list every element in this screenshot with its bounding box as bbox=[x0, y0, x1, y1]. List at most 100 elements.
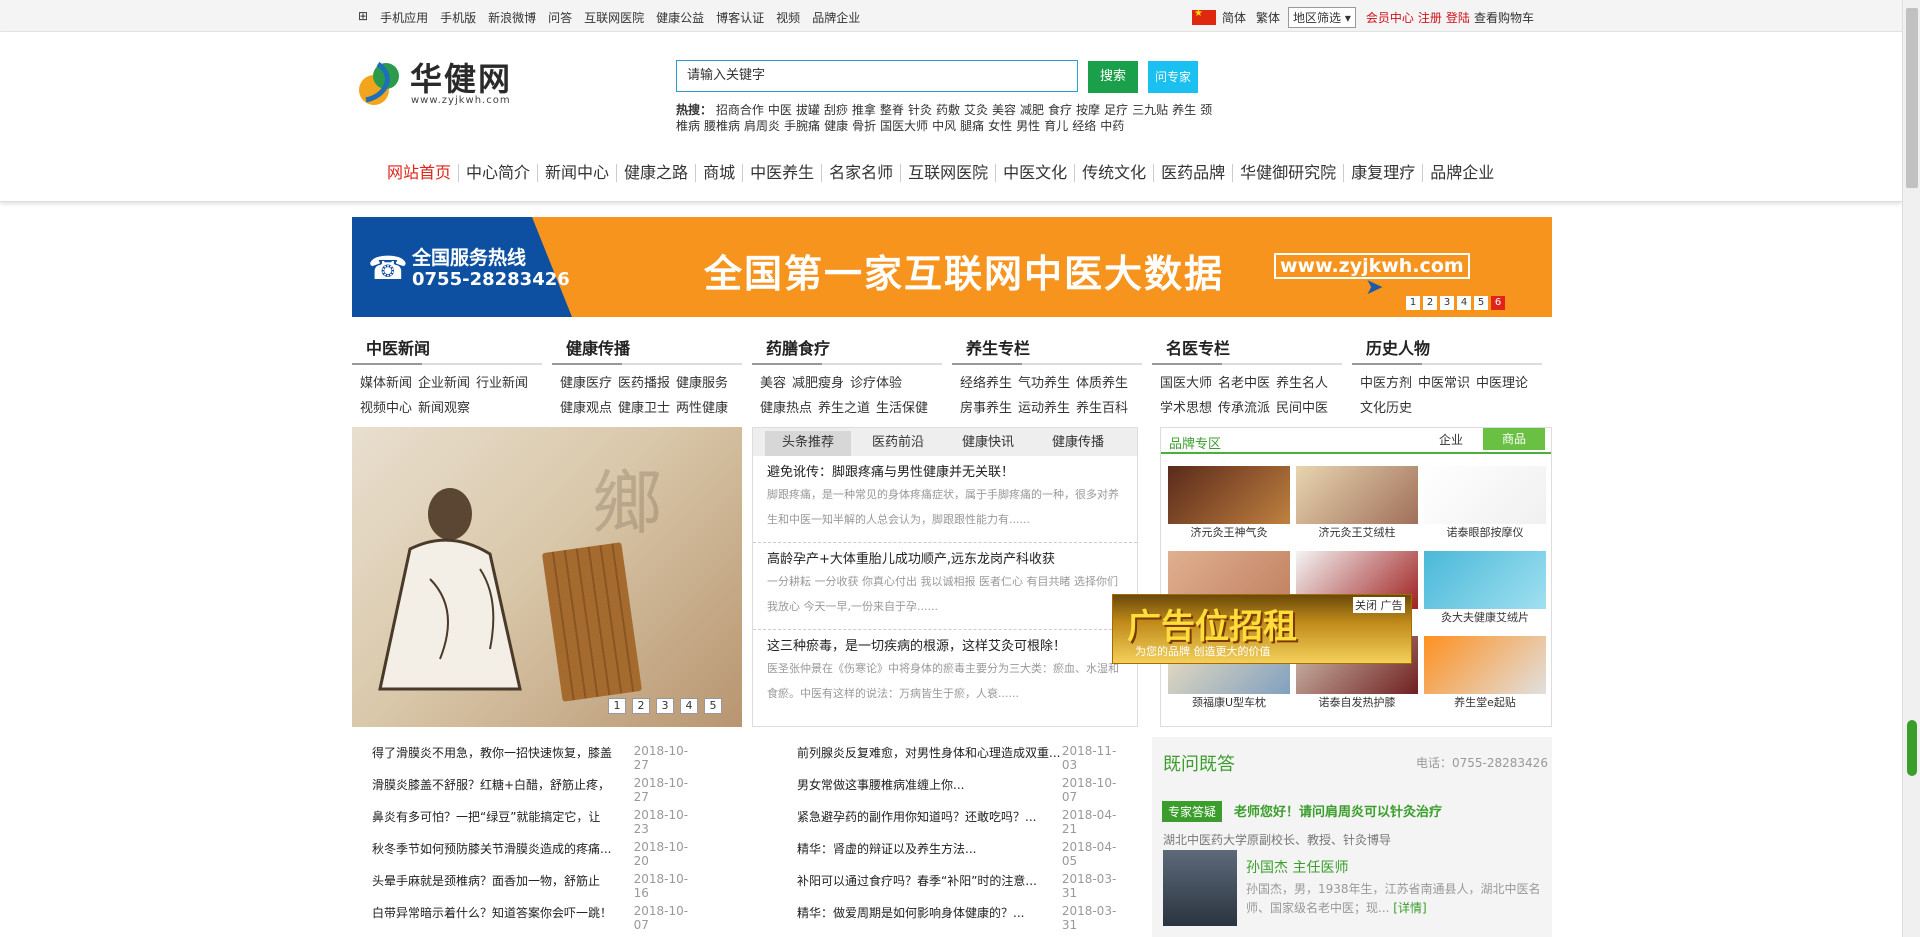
list-item-title[interactable]: 得了滑膜炎不用急，教你一招快速恢复，膝盖 bbox=[372, 744, 634, 776]
nav-item[interactable]: 医药品牌 bbox=[1153, 164, 1232, 182]
slideshow-page[interactable]: 1 bbox=[608, 698, 626, 714]
list-item[interactable]: 秋冬季节如何预防膝关节滑膜炎造成的疼痛... 2018-10-20 bbox=[372, 840, 702, 872]
floating-ad[interactable]: 广告位招租 为您的品牌 创造更大的价值 关闭 广告 bbox=[1112, 594, 1412, 664]
hot-search-item[interactable]: 三九贴 bbox=[1132, 103, 1168, 117]
product-name[interactable]: 灸大夫健康艾绒片 bbox=[1424, 609, 1546, 627]
category-link[interactable]: 健康医疗 bbox=[560, 376, 612, 391]
category-link[interactable]: 学术思想 bbox=[1160, 401, 1212, 416]
category-link[interactable]: 民间中医 bbox=[1276, 401, 1328, 416]
slideshow-page[interactable]: 3 bbox=[656, 698, 674, 714]
category-link[interactable]: 企业新闻 bbox=[418, 376, 470, 391]
category-link[interactable]: 医药播报 bbox=[618, 376, 670, 391]
category-link[interactable]: 视频中心 bbox=[360, 401, 412, 416]
category-link[interactable]: 减肥瘦身 bbox=[792, 376, 844, 391]
nav-item[interactable]: 华健御研究院 bbox=[1232, 164, 1343, 182]
hot-search-item[interactable]: 育儿 bbox=[1044, 119, 1068, 133]
product-name[interactable]: 养生堂e起贴 bbox=[1424, 694, 1546, 712]
nav-item[interactable]: 健康之路 bbox=[616, 164, 695, 182]
hot-search-item[interactable]: 中医 bbox=[768, 103, 792, 117]
product-name[interactable]: 济元灸王艾绒柱 bbox=[1296, 524, 1418, 542]
hot-search-item[interactable]: 骨折 bbox=[852, 119, 876, 133]
top-link-video[interactable]: 视频 bbox=[776, 9, 800, 26]
product-name[interactable]: 济元灸王神气灸 bbox=[1168, 524, 1290, 542]
hot-search-item[interactable]: 艾灸 bbox=[964, 103, 988, 117]
nav-item[interactable]: 商城 bbox=[695, 164, 742, 182]
product-card[interactable]: 济元灸王神气灸 bbox=[1168, 466, 1290, 542]
product-name[interactable]: 颈福康U型车枕 bbox=[1168, 694, 1290, 712]
category-title[interactable]: 健康传播 bbox=[552, 335, 742, 365]
list-item[interactable]: 头晕手麻就是颈椎病？面香加一物，舒筋止 2018-10-16 bbox=[372, 872, 702, 904]
category-link[interactable]: 房事养生 bbox=[960, 401, 1012, 416]
slideshow-page[interactable]: 2 bbox=[632, 698, 650, 714]
list-item-title[interactable]: 滑膜炎膝盖不舒服？红糖+白醋，舒筋止疼， bbox=[372, 776, 634, 808]
nav-item[interactable]: 名家名师 bbox=[821, 164, 900, 182]
hot-search-item[interactable]: 手腕痛 bbox=[784, 119, 820, 133]
side-float-button[interactable] bbox=[1907, 720, 1917, 776]
region-select[interactable]: 地区筛选 ▾ bbox=[1288, 7, 1356, 28]
list-item-title[interactable]: 男女常做这事腰椎病准缠上你... bbox=[797, 776, 1062, 808]
hot-search-item[interactable]: 健康 bbox=[824, 119, 848, 133]
banner-page[interactable]: 4 bbox=[1457, 296, 1471, 310]
category-link[interactable]: 传承流派 bbox=[1218, 401, 1270, 416]
hot-search-item[interactable]: 腰椎病 bbox=[704, 119, 740, 133]
category-link[interactable]: 养生百科 bbox=[1076, 401, 1128, 416]
list-item-title[interactable]: 秋冬季节如何预防膝关节滑膜炎造成的疼痛... bbox=[372, 840, 634, 872]
site-logo[interactable]: 华健网 www.zyjkwh.com bbox=[356, 54, 526, 114]
category-title[interactable]: 药膳食疗 bbox=[752, 335, 942, 365]
tab-medical-frontier[interactable]: 医药前沿 bbox=[855, 431, 941, 456]
login-link[interactable]: 登陆 bbox=[1446, 9, 1470, 26]
doctor-name[interactable]: 孙国杰 主任医师 bbox=[1246, 857, 1348, 877]
ad-close-button[interactable]: 关闭 广告 bbox=[1353, 597, 1405, 613]
hot-search-item[interactable]: 招商合作 bbox=[716, 103, 764, 117]
tab-headlines[interactable]: 头条推荐 bbox=[765, 431, 851, 456]
hot-search-item[interactable]: 养生 bbox=[1172, 103, 1196, 117]
scrollbar[interactable] bbox=[1902, 0, 1920, 937]
list-item-title[interactable]: 紧急避孕药的副作用你知道吗？还敢吃吗？... bbox=[797, 808, 1062, 840]
top-link-weibo[interactable]: 新浪微博 bbox=[488, 9, 536, 26]
news-item-title[interactable]: 避免讹传：脚跟疼痛与男性健康并无关联！ bbox=[767, 464, 1127, 482]
category-link[interactable]: 中医常识 bbox=[1418, 376, 1470, 391]
hot-search-item[interactable]: 肩周炎 bbox=[744, 119, 780, 133]
product-card[interactable]: 济元灸王艾绒柱 bbox=[1296, 466, 1418, 542]
nav-item[interactable]: 传统文化 bbox=[1074, 164, 1153, 182]
ask-expert-button[interactable]: 问专家 bbox=[1148, 61, 1198, 93]
nav-item[interactable]: 新闻中心 bbox=[537, 164, 616, 182]
category-link[interactable]: 中医方剂 bbox=[1360, 376, 1412, 391]
details-link[interactable]: [详情] bbox=[1393, 901, 1426, 915]
list-item-title[interactable]: 补阳可以通过食疗吗？春季“补阳”时的注意... bbox=[797, 872, 1062, 904]
nav-item[interactable]: 中医养生 bbox=[742, 164, 821, 182]
list-item-title[interactable]: 鼻炎有多可怕？一把“绿豆”就能搞定它，让 bbox=[372, 808, 634, 840]
hot-search-item[interactable]: 国医大师 bbox=[880, 119, 928, 133]
nav-item[interactable]: 互联网医院 bbox=[900, 164, 995, 182]
list-item-title[interactable]: 精华：做爱周期是如何影响身体健康的？... bbox=[797, 904, 1062, 936]
category-link[interactable]: 运动养生 bbox=[1018, 401, 1070, 416]
category-link[interactable]: 两性健康 bbox=[676, 401, 728, 416]
list-item[interactable]: 补阳可以通过食疗吗？春季“补阳”时的注意... 2018-03-31 bbox=[797, 872, 1131, 904]
category-link[interactable]: 健康服务 bbox=[676, 376, 728, 391]
hot-search-item[interactable]: 经络 bbox=[1072, 119, 1096, 133]
slideshow-page[interactable]: 4 bbox=[680, 698, 698, 714]
banner-page[interactable]: 1 bbox=[1406, 296, 1420, 310]
hot-search-item[interactable]: 女性 bbox=[988, 119, 1012, 133]
hot-search-item[interactable]: 腿痛 bbox=[960, 119, 984, 133]
product-name[interactable]: 诺泰眼部按摩仪 bbox=[1424, 524, 1546, 542]
qa-question[interactable]: 老师您好！请问肩周炎可以针灸治疗 bbox=[1234, 801, 1442, 820]
category-title[interactable]: 中医新闻 bbox=[352, 335, 542, 365]
category-link[interactable]: 体质养生 bbox=[1076, 376, 1128, 391]
nav-item[interactable]: 网站首页 bbox=[380, 164, 458, 182]
news-item-title[interactable]: 这三种瘀毒，是一切疾病的根源，这样艾灸可根除！ bbox=[767, 638, 1127, 656]
traditional-link[interactable]: 繁体 bbox=[1256, 9, 1280, 26]
category-link[interactable]: 健康观点 bbox=[560, 401, 612, 416]
simplified-link[interactable]: 简体 bbox=[1222, 9, 1246, 26]
hot-search-item[interactable]: 减肥 bbox=[1020, 103, 1044, 117]
top-link-mobile[interactable]: 手机版 bbox=[440, 9, 476, 26]
top-link-charity[interactable]: 健康公益 bbox=[656, 9, 704, 26]
nav-item[interactable]: 中心简介 bbox=[458, 164, 537, 182]
category-link[interactable]: 美容 bbox=[760, 376, 786, 391]
category-link[interactable]: 诊疗体验 bbox=[850, 376, 902, 391]
news-item[interactable]: 避免讹传：脚跟疼痛与男性健康并无关联！ 脚跟疼痛，是一种常见的身体疼痛症状，属于… bbox=[753, 456, 1137, 543]
category-link[interactable]: 生活保健 bbox=[876, 401, 928, 416]
search-input[interactable]: 请输入关键字 bbox=[676, 60, 1078, 92]
product-card[interactable]: 诺泰眼部按摩仪 bbox=[1424, 466, 1546, 542]
feature-slideshow[interactable]: 鄉 1 2 3 4 5 bbox=[352, 427, 742, 727]
